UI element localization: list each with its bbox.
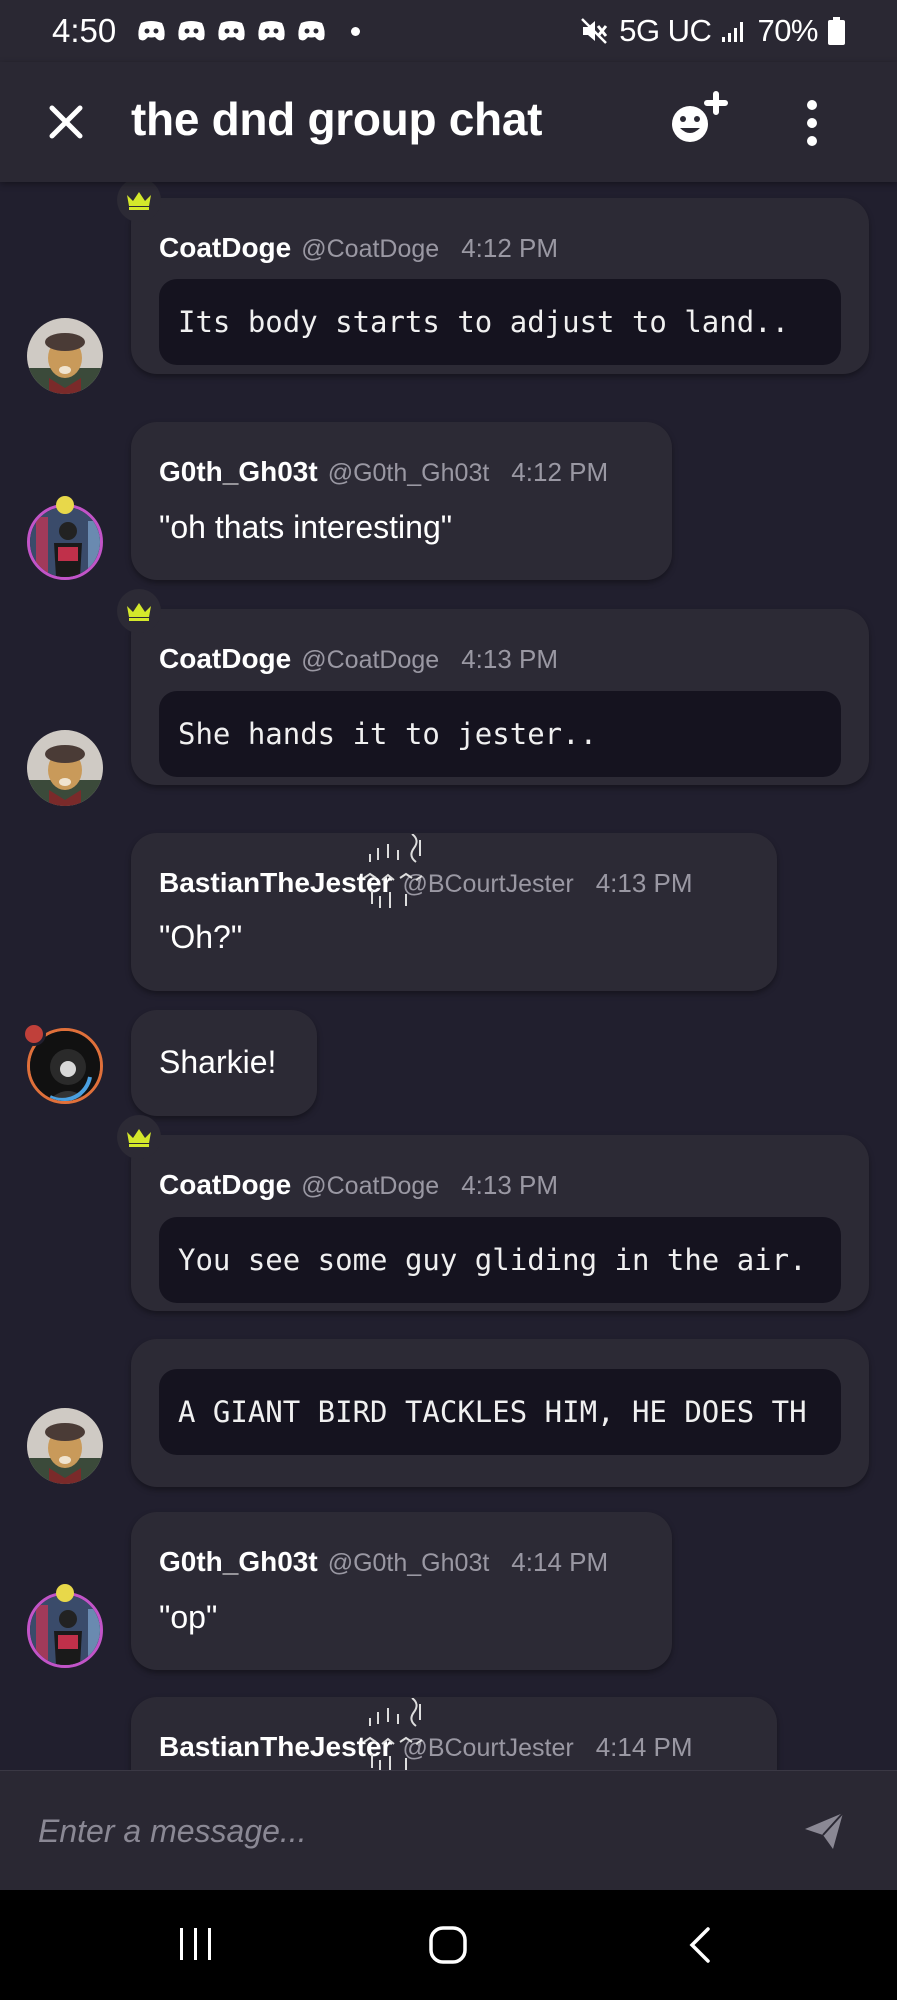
message-text: "oh thats interesting": [159, 509, 453, 545]
message-text: "op": [159, 1599, 218, 1635]
add-emoji-icon: [672, 91, 728, 142]
status-badge: [56, 1584, 74, 1602]
back-icon: [689, 1927, 710, 1963]
message-header: G0th_Gh03t @G0th_Gh03t 4:12 PM: [159, 456, 608, 488]
crown-icon: [117, 1115, 161, 1159]
avatar[interactable]: [27, 504, 103, 580]
message-header: G0th_Gh03t @G0th_Gh03t 4:14 PM: [159, 1546, 608, 1578]
author-handle: @G0th_Gh03t: [327, 1549, 490, 1577]
author-name[interactable]: BastianTheJester: [159, 1731, 392, 1763]
crown-icon: [117, 589, 161, 633]
avatar[interactable]: [27, 1592, 103, 1668]
code-block: You see some guy gliding in the air.: [159, 1217, 841, 1303]
message-time: 4:13 PM: [461, 644, 559, 674]
message-list[interactable]: CoatDoge @CoatDoge 4:12 PM Its body star…: [0, 182, 897, 1770]
send-icon: [805, 1812, 844, 1849]
author-name[interactable]: G0th_Gh03t: [159, 1546, 318, 1578]
zalgo-marks: [363, 1698, 423, 1770]
message-header: CoatDoge @CoatDoge 4:12 PM: [159, 232, 558, 264]
code-block: A GIANT BIRD TACKLES HIM, HE DOES TH: [159, 1369, 841, 1455]
author-handle: @G0th_Gh03t: [327, 459, 490, 487]
home-icon: [429, 1926, 467, 1964]
notification-icons: [136, 19, 327, 43]
back-button[interactable]: [686, 1926, 716, 1969]
close-button[interactable]: [44, 100, 88, 144]
message-header: CoatDoge @CoatDoge 4:13 PM: [159, 1169, 558, 1201]
author-handle: @CoatDoge: [301, 646, 440, 674]
discord-icon: [296, 19, 327, 43]
discord-icon: [136, 19, 167, 43]
more-notifications-dot: [351, 26, 361, 36]
message-time: 4:13 PM: [461, 1170, 559, 1200]
add-emoji-button[interactable]: [668, 90, 732, 150]
discord-icon: [256, 19, 287, 43]
author-name[interactable]: CoatDoge: [159, 232, 291, 264]
status-time: 4:50: [52, 12, 117, 49]
code-block: She hands it to jester..: [159, 691, 841, 777]
network-type: 5G UC: [619, 13, 712, 48]
status-bar: 4:50 5G UC 70%: [0, 0, 897, 62]
chat-header: the dnd group chat: [0, 62, 897, 182]
author-handle: @CoatDoge: [301, 235, 440, 263]
page-title: the dnd group chat: [131, 93, 543, 145]
message-time: 4:14 PM: [595, 1732, 693, 1762]
send-button[interactable]: [803, 1809, 845, 1851]
message-bubble[interactable]: [131, 833, 777, 991]
recents-icon: [180, 1928, 211, 1960]
message-text: "Oh?": [159, 919, 243, 955]
mute-icon: [579, 16, 609, 46]
avatar[interactable]: [27, 1408, 103, 1484]
zalgo-marks: [363, 834, 423, 908]
message-time: 4:14 PM: [511, 1547, 609, 1577]
battery-icon: [828, 17, 845, 45]
author-name[interactable]: CoatDoge: [159, 1169, 291, 1201]
discord-icon: [216, 19, 247, 43]
message-bubble[interactable]: [131, 1512, 672, 1670]
author-name[interactable]: BastianTheJester: [159, 867, 392, 899]
status-badge: [56, 496, 74, 514]
status-badge: [22, 1022, 46, 1046]
author-handle: @CoatDoge: [301, 1172, 440, 1200]
message-text: Sharkie!: [159, 1044, 277, 1080]
battery-percent: 70%: [757, 13, 818, 48]
avatar[interactable]: [27, 318, 103, 394]
composer: [0, 1770, 897, 1890]
discord-icon: [176, 19, 207, 43]
message-input[interactable]: [38, 1801, 778, 1861]
message-time: 4:12 PM: [511, 457, 609, 487]
message-time: 4:12 PM: [461, 233, 559, 263]
message-time: 4:13 PM: [595, 868, 693, 898]
code-block: Its body starts to adjust to land..: [159, 279, 841, 365]
signal-icon: [721, 19, 747, 43]
author-name[interactable]: CoatDoge: [159, 643, 291, 675]
message-header: CoatDoge @CoatDoge 4:13 PM: [159, 643, 558, 675]
more-vertical-icon: [807, 100, 817, 146]
home-button[interactable]: [428, 1926, 468, 1969]
recents-button[interactable]: [176, 1926, 216, 1967]
author-name[interactable]: G0th_Gh03t: [159, 456, 318, 488]
message-bubble[interactable]: [131, 422, 672, 580]
system-nav-bar: [0, 1890, 897, 2000]
more-options-button[interactable]: [800, 98, 824, 148]
close-icon: [49, 105, 83, 139]
avatar[interactable]: [27, 730, 103, 806]
